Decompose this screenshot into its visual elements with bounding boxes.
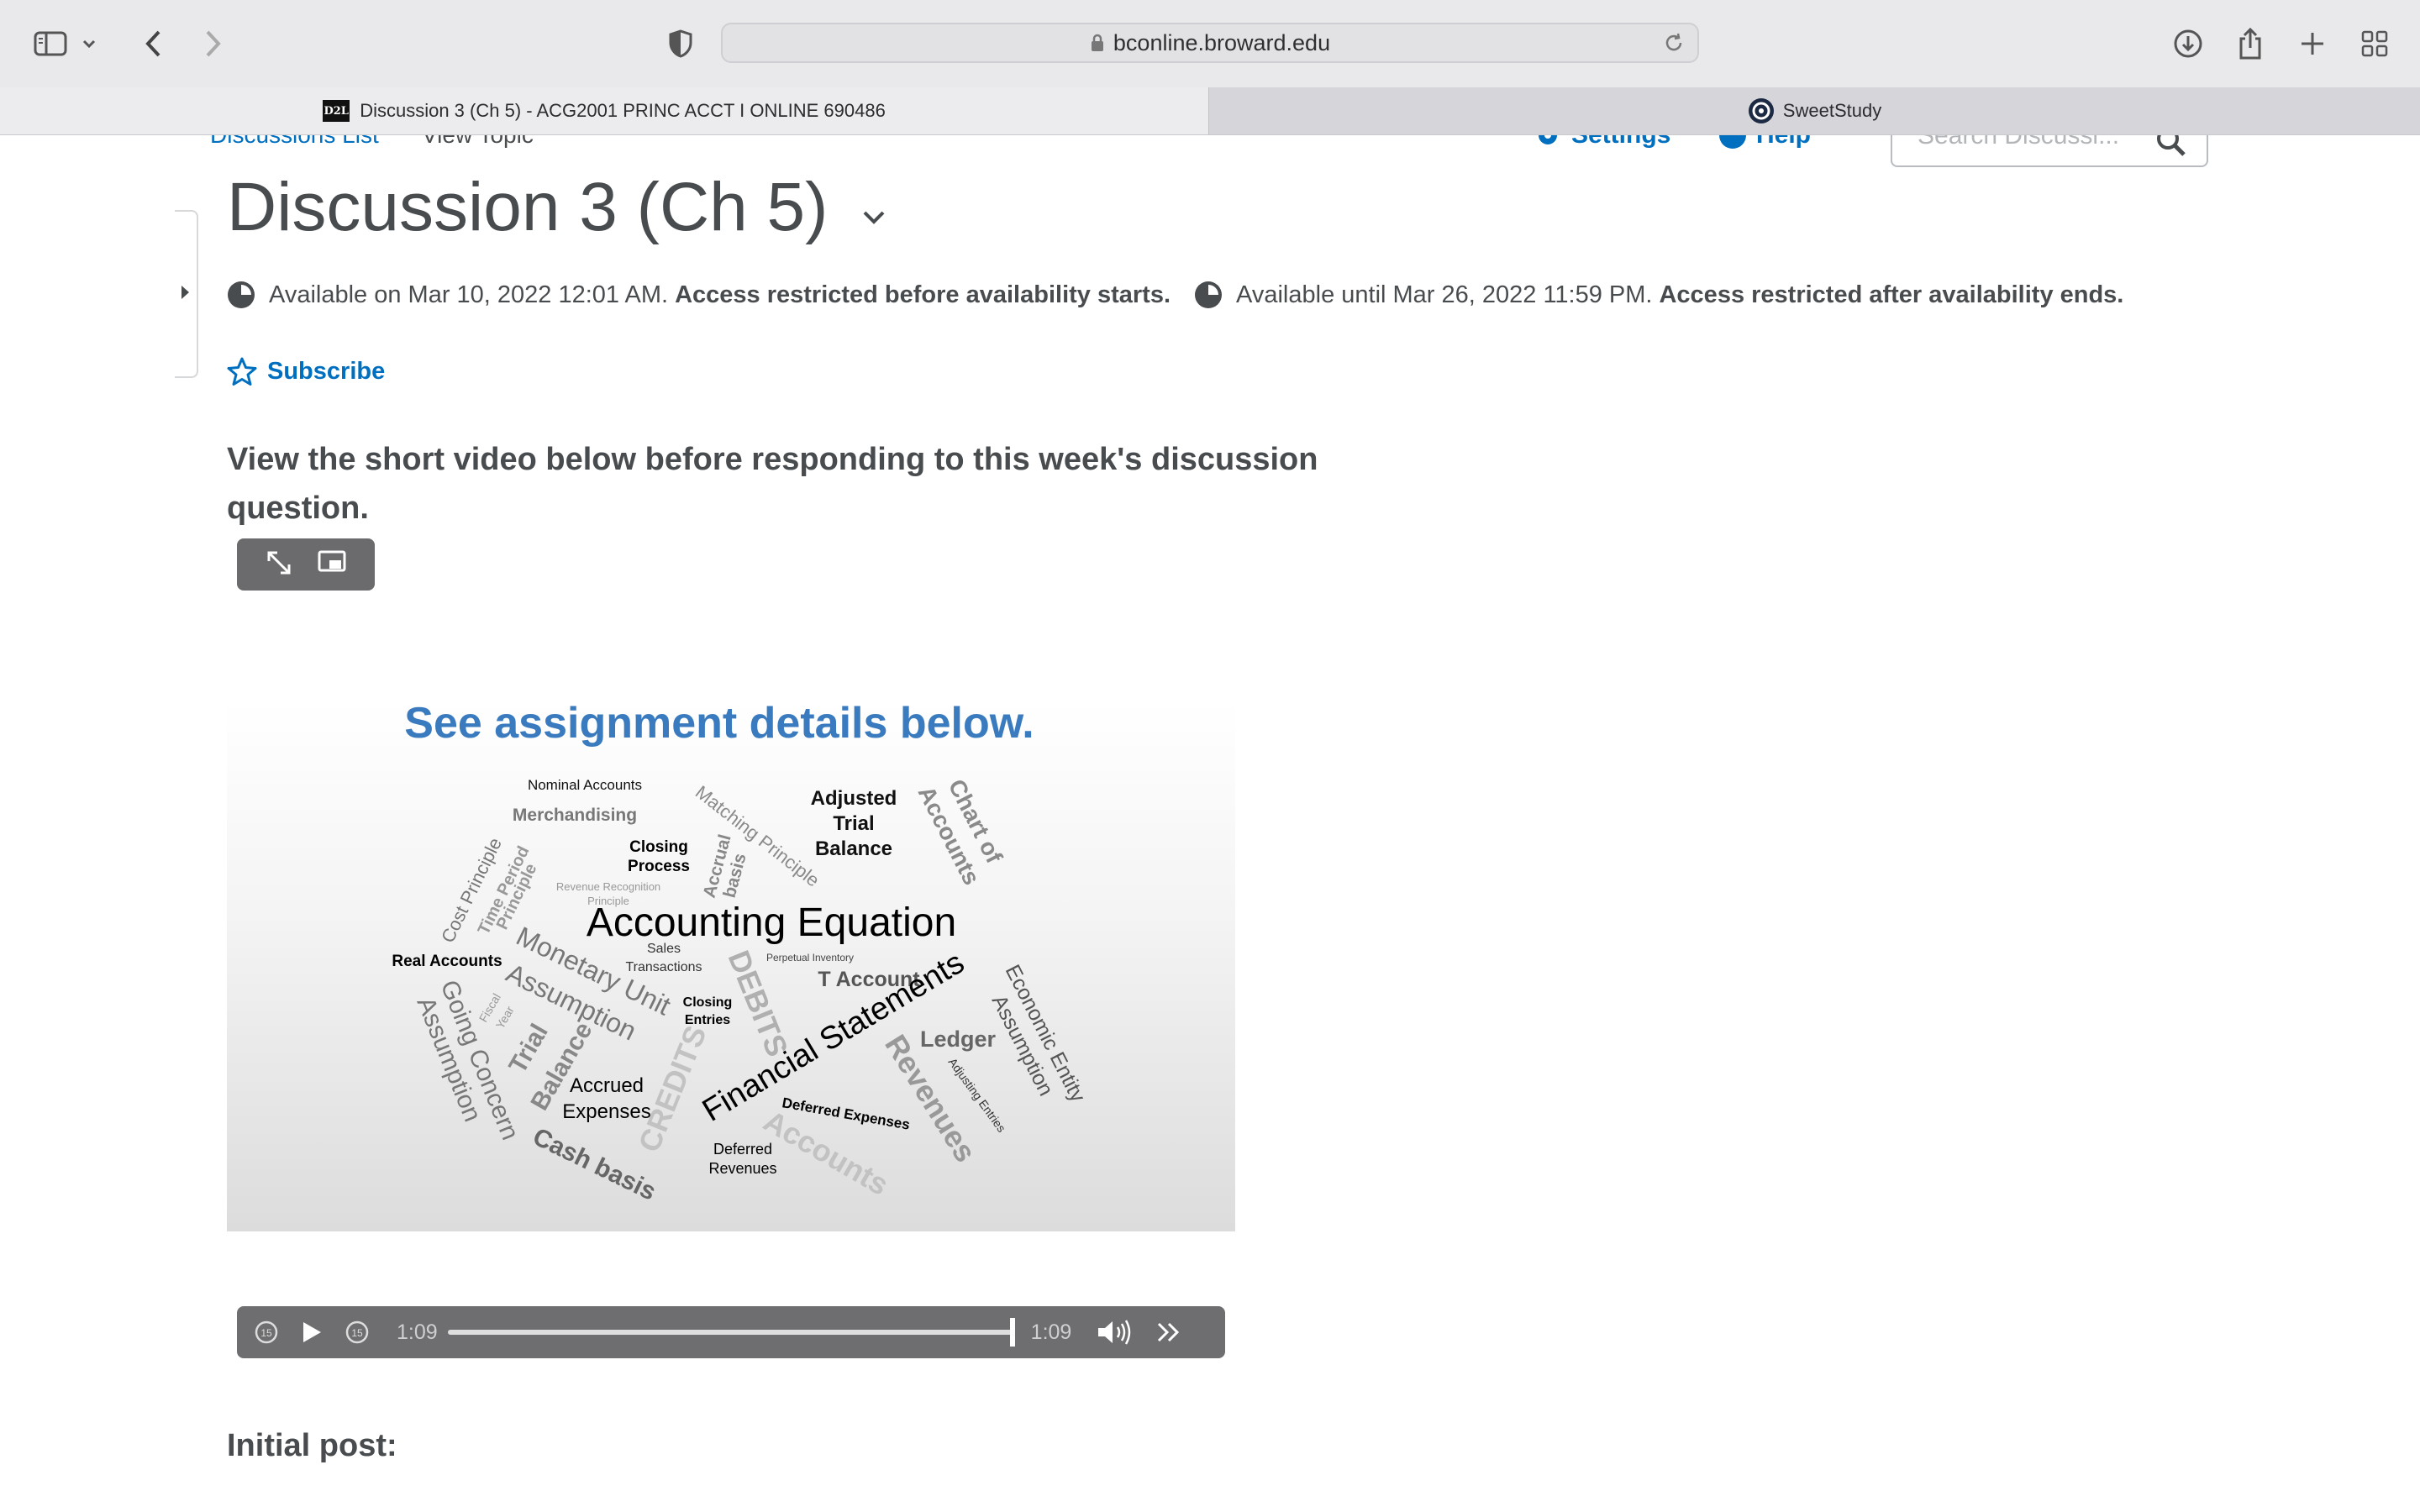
d2l-favicon-icon: D2L bbox=[323, 100, 350, 122]
caret-right-icon bbox=[180, 284, 190, 305]
word-cloud-term: Accounting Equation bbox=[587, 900, 956, 945]
back-icon[interactable] bbox=[129, 20, 176, 67]
word-cloud-term: Closing bbox=[683, 995, 733, 1010]
word-cloud-term: Sales bbox=[647, 942, 681, 956]
new-tab-icon[interactable] bbox=[2289, 20, 2336, 67]
tab-overview-icon[interactable] bbox=[2351, 20, 2398, 67]
video-banner: See assignment details below. bbox=[404, 701, 1034, 748]
gear-icon bbox=[1533, 135, 1563, 150]
breadcrumb-view-topic: View Topic bbox=[422, 135, 534, 149]
word-cloud-term: Closing bbox=[629, 838, 688, 856]
available-end: Available until Mar 26, 2022 11:59 PM. bbox=[1236, 281, 1653, 308]
play-icon[interactable] bbox=[301, 1320, 323, 1344]
volume-icon[interactable] bbox=[1097, 1319, 1134, 1346]
word-cloud-term: Adjusted bbox=[811, 787, 897, 810]
subscribe-link[interactable]: Subscribe bbox=[227, 356, 385, 386]
video-player-controls: 15 15 1:09 1:09 bbox=[237, 1306, 1225, 1358]
picture-in-picture-icon[interactable] bbox=[318, 550, 348, 580]
shield-icon[interactable] bbox=[657, 20, 704, 67]
word-cloud-term: Revenues bbox=[708, 1160, 776, 1177]
progress-knob[interactable] bbox=[1009, 1318, 1015, 1347]
available-start: Available on Mar 10, 2022 12:01 AM. bbox=[269, 281, 669, 308]
tab-sweetstudy[interactable]: SweetStudy bbox=[1208, 87, 2420, 134]
word-cloud-term: Transactions bbox=[626, 960, 702, 974]
search-placeholder: Search Discussi... bbox=[1918, 135, 2120, 150]
video-frame[interactable]: See assignment details below. Nominal Ac… bbox=[227, 701, 1235, 1231]
duration: 1:09 bbox=[1030, 1320, 1072, 1344]
side-panel-toggle[interactable] bbox=[175, 210, 198, 378]
tab-label: Discussion 3 (Ch 5) - ACG2001 PRINC ACCT… bbox=[360, 100, 886, 121]
topic-title-text: Discussion 3 (Ch 5) bbox=[227, 169, 829, 245]
chevron-down-icon[interactable] bbox=[861, 209, 886, 226]
help-icon bbox=[1718, 135, 1748, 150]
word-cloud-image: See assignment details below. Nominal Ac… bbox=[392, 701, 1090, 1206]
page-header: Discussions List View Topic Settings Hel… bbox=[0, 135, 2420, 169]
svg-text:15: 15 bbox=[260, 1327, 272, 1339]
help-label: Help bbox=[1756, 135, 1811, 150]
settings-label: Settings bbox=[1571, 135, 1670, 150]
word-cloud-term: Nominal Accounts bbox=[528, 777, 642, 793]
word-cloud-term: Ledger bbox=[920, 1026, 997, 1052]
word-cloud-term: Balance bbox=[815, 837, 892, 860]
settings-link[interactable]: Settings bbox=[1533, 135, 1670, 150]
initial-post-heading: Initial post: bbox=[227, 1428, 397, 1463]
word-cloud-term: Process bbox=[628, 858, 690, 875]
tab-bar: D2L Discussion 3 (Ch 5) - ACG2001 PRINC … bbox=[0, 87, 2420, 135]
help-link[interactable]: Help bbox=[1718, 135, 1811, 150]
tab-discussion[interactable]: D2L Discussion 3 (Ch 5) - ACG2001 PRINC … bbox=[0, 87, 1208, 134]
page-title: Discussion 3 (Ch 5) bbox=[227, 168, 886, 247]
reload-icon[interactable] bbox=[1662, 31, 1686, 60]
tab-label: SweetStudy bbox=[1782, 100, 1882, 121]
forward-icon[interactable] bbox=[190, 20, 237, 67]
search-icon[interactable] bbox=[2154, 135, 2188, 169]
availability-info: Available on Mar 10, 2022 12:01 AM. Acce… bbox=[227, 281, 2123, 309]
share-icon[interactable] bbox=[2227, 20, 2274, 67]
subscribe-label: Subscribe bbox=[267, 357, 386, 385]
word-cloud-term: Merchandising bbox=[513, 806, 637, 825]
download-icon[interactable] bbox=[2165, 20, 2212, 67]
clock-icon bbox=[1194, 281, 1223, 309]
intro-text: View the short video below before respon… bbox=[227, 442, 1318, 526]
video-view-controls bbox=[237, 538, 375, 591]
clock-icon bbox=[227, 281, 255, 309]
word-cloud-term: Perpetual Inventory bbox=[766, 952, 854, 963]
forward-15-icon[interactable]: 15 bbox=[345, 1320, 370, 1345]
svg-text:15: 15 bbox=[351, 1327, 363, 1339]
star-icon bbox=[227, 356, 257, 386]
browser-toolbar: bconline.broward.edu bbox=[0, 0, 2420, 88]
word-cloud-term: Real Accounts bbox=[392, 953, 502, 970]
progress-slider[interactable] bbox=[447, 1318, 1015, 1347]
url-text: bconline.broward.edu bbox=[1113, 29, 1331, 55]
word-cloud-term: Trial bbox=[833, 812, 874, 835]
fullscreen-icon[interactable] bbox=[265, 549, 293, 581]
more-controls-icon[interactable] bbox=[1155, 1320, 1182, 1344]
search-input[interactable]: Search Discussi... bbox=[1891, 135, 2208, 167]
sidebar-toggle-icon[interactable] bbox=[27, 20, 74, 67]
start-restriction: Access restricted before availability st… bbox=[675, 281, 1171, 308]
word-cloud-term: Revenue Recognition bbox=[556, 880, 660, 893]
end-restriction: Access restricted after availability end… bbox=[1659, 281, 2124, 308]
sweetstudy-favicon-icon bbox=[1748, 97, 1775, 124]
word-cloud-term: Deferred bbox=[713, 1141, 772, 1158]
lock-icon bbox=[1090, 34, 1105, 52]
chevron-down-icon[interactable] bbox=[74, 20, 104, 67]
rewind-15-icon[interactable]: 15 bbox=[254, 1320, 279, 1345]
address-bar[interactable]: bconline.broward.edu bbox=[721, 23, 1699, 63]
word-cloud-term: Expenses bbox=[562, 1100, 650, 1123]
current-time: 1:09 bbox=[397, 1320, 438, 1344]
breadcrumb-discussions-list[interactable]: Discussions List bbox=[210, 135, 379, 149]
word-cloud-term: Accrued bbox=[570, 1074, 644, 1097]
